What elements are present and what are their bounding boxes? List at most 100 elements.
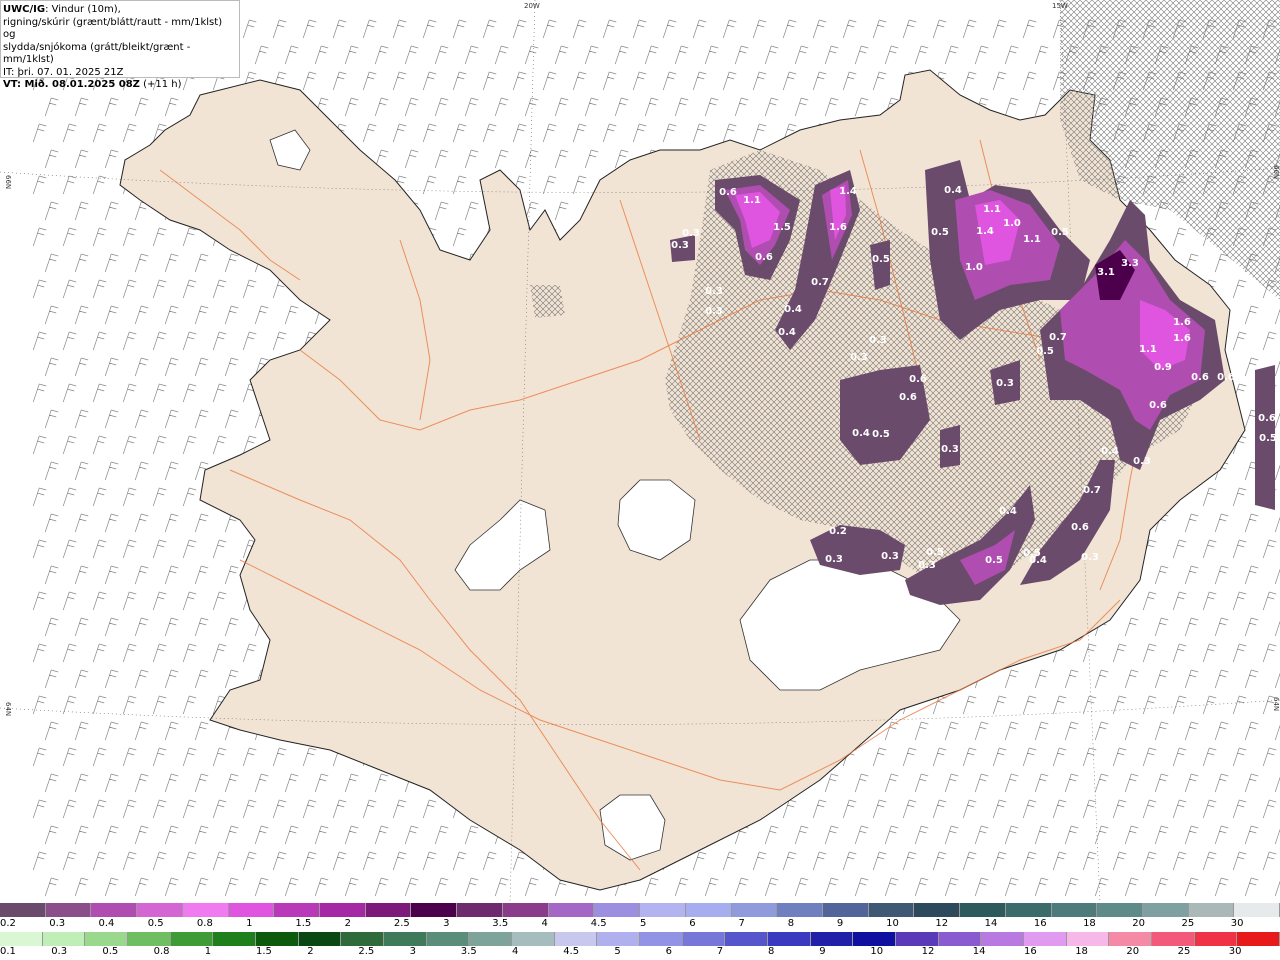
colorbar-tick: 0.3	[49, 918, 66, 929]
colorbar-swatch	[384, 932, 427, 946]
colorbar-swatch	[1194, 932, 1238, 946]
colorbar-swatch	[502, 903, 549, 917]
colorbar-swatch	[896, 932, 939, 946]
colorbar-tick: 10	[886, 918, 899, 929]
precip-value-label: 1.6	[1173, 333, 1191, 344]
colorbar-tick: 20	[1132, 918, 1146, 929]
colorbar-rain	[0, 932, 1280, 946]
precip-value-label: 0.6	[1258, 413, 1276, 424]
precip-value-label: 1.1	[1023, 234, 1041, 245]
colorbar-swatch	[822, 903, 869, 917]
precip-value-label: 0.4	[1029, 555, 1047, 566]
colorbar-tick: 0.3	[51, 946, 68, 957]
precip-value-label: 0.6	[719, 187, 737, 198]
precip-value-label: 0.3	[869, 335, 887, 346]
colorbar-swatch	[91, 903, 138, 917]
precip-value-label: 0.3	[682, 228, 700, 239]
valid-time: VT: Mið. 08.01.2025 08Z	[3, 79, 140, 90]
colorbar-swatch	[1024, 932, 1067, 946]
header-line1: : Vindur (10m),	[45, 4, 121, 15]
colorbar-swatch	[320, 903, 366, 917]
colorbar-swatch	[777, 903, 823, 917]
colorbar-tick: 3	[409, 946, 416, 957]
colorbar-tick: 12	[935, 918, 949, 929]
colorbar-tick: 10	[870, 946, 884, 957]
colorbar-snow-ticks: 0.2 0.3 0.4 0.5 0.8 1 1.5 2 2.5 3 3.5 4 4.5 5 6 7 8 9 10 12…	[0, 918, 1280, 930]
precip-value-label: 0.6	[1191, 372, 1209, 383]
precip-value-label: 0.6	[1071, 522, 1089, 533]
precip-value-label: 0.5	[1036, 346, 1054, 357]
precip-value-label: 0.3	[1133, 456, 1151, 467]
colorbar-tick: 0.8	[153, 946, 170, 957]
colorbar-swatch	[685, 903, 732, 917]
colorbar-swatch	[1051, 903, 1098, 917]
precip-value-label: 0.3	[881, 551, 899, 562]
colorbar-swatch	[341, 932, 385, 946]
colorbar-swatch	[1142, 903, 1189, 917]
precip-value-label: 0.3	[705, 286, 723, 297]
colorbar-tick: 20	[1126, 946, 1140, 957]
precip-value-label: 1.4	[976, 226, 994, 237]
colorbar-swatch	[682, 932, 726, 946]
colorbar-swatch	[365, 903, 412, 917]
precip-value-label: 0.7	[1083, 485, 1101, 496]
precip-value-label: 0.5	[985, 555, 1003, 566]
colorbar-tick: 8	[787, 918, 795, 929]
colorbar-swatch	[411, 903, 458, 917]
precip-value-label: 0.3	[996, 378, 1014, 389]
colorbar-tick: 12	[921, 946, 935, 957]
colorbar-tick: 6	[665, 946, 672, 957]
precip-value-label: 0.4	[778, 327, 796, 338]
colorbar-swatch	[1066, 932, 1110, 946]
precip-value-label: 0.5	[1051, 227, 1069, 238]
colorbar-tick: 1.5	[256, 946, 272, 957]
precip-value-label: 1.0	[965, 262, 983, 273]
grid-label-15w: 15W	[1052, 2, 1068, 10]
precip-value-label: 0.3	[671, 240, 689, 251]
colorbar-swatch	[170, 932, 214, 946]
precip-value-label: 3.3	[1121, 258, 1139, 269]
colorbar-swatch	[731, 903, 778, 917]
colorbar-swatch	[1234, 903, 1280, 917]
colorbar-swatch	[594, 903, 641, 917]
model-name: UWC/IG	[3, 4, 46, 15]
colorbar-tick: 30	[1230, 918, 1244, 929]
colorbar-swatch	[554, 932, 598, 946]
colorbar-tick: 2	[344, 918, 351, 929]
weather-map: 0.61.11.50.61.41.60.30.30.30.3 0.40.40.70…	[0, 0, 1280, 903]
colorbar-swatch	[0, 903, 46, 917]
colorbar-swatch	[426, 932, 470, 946]
colorbar-tick: 0.5	[147, 918, 164, 929]
precip-value-label: 0.6	[1149, 400, 1167, 411]
precip-value-label: 0.4	[852, 428, 870, 439]
colorbar-tick: 4	[541, 918, 548, 929]
precip-value-label: 0.3	[825, 554, 843, 565]
colorbar-tick: 16	[1033, 918, 1047, 929]
precip-value-label: 0.7	[1049, 332, 1067, 343]
colorbar-swatch	[256, 932, 299, 946]
colorbar-tick: 0.5	[102, 946, 119, 957]
precip-value-label: 0.3	[850, 352, 868, 363]
colorbar-swatch	[1237, 932, 1280, 946]
colorbar-swatch	[548, 903, 595, 917]
precip-value-label: 1.6	[1173, 317, 1191, 328]
precip-value-label: 0.4	[999, 506, 1017, 517]
colorbar-tick: 1	[246, 918, 253, 929]
colorbar-swatch	[938, 932, 982, 946]
colorbar-swatch	[1109, 932, 1153, 946]
colorbar-swatch	[725, 932, 769, 946]
grid-label-64n-right: 64N	[1272, 697, 1280, 711]
grid-label-20w: 20W	[524, 2, 540, 10]
colorbar-snow	[0, 903, 1280, 917]
colorbar-swatch	[469, 932, 513, 946]
precip-value-label: 1.1	[1139, 344, 1157, 355]
colorbar-swatch	[868, 903, 915, 917]
colorbar-rain-ticks: 0.1 0.3 0.5 0.8 1 1.5 2 2.5 3 3.5 4 4.5 5 6 7 8 9 10 12 14 1…	[0, 946, 1280, 958]
colorbar-swatch	[1188, 903, 1235, 917]
colorbar-tick: 16	[1024, 946, 1037, 957]
colorbar-tick: 4.5	[563, 946, 580, 957]
colorbar-tick: 0.2	[0, 918, 16, 929]
colorbar-swatch	[981, 932, 1025, 946]
colorbar-tick: 7	[738, 918, 745, 929]
colorbar-tick: 25	[1177, 946, 1191, 957]
